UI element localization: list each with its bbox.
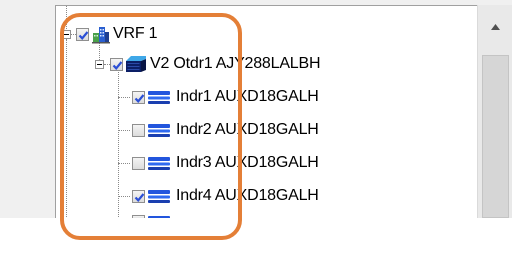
checkmark-icon [78, 31, 89, 40]
tree-connector [118, 163, 130, 164]
indoor-unit-label[interactable]: Indr3 AUXD18GALH [176, 153, 319, 173]
unit-tree[interactable]: VRF 1 V2 Otdr1 AJY288LALBH Indr1 AUXD18G… [55, 5, 478, 218]
vertical-scrollbar[interactable] [477, 5, 512, 218]
outdoor-unit-checkbox[interactable] [110, 58, 123, 71]
root-checkbox[interactable] [76, 28, 89, 41]
indoor-unit-label[interactable]: Indr4 AUXD18GALH [176, 186, 319, 206]
tree-panel: VRF 1 V2 Otdr1 AJY288LALBH Indr1 AUXD18G… [0, 0, 512, 218]
indoor-unit-icon [148, 91, 170, 104]
partial-checkbox [132, 215, 145, 218]
tree-connector [118, 130, 130, 131]
indoor-unit-icon [148, 157, 170, 170]
indoor-unit-label[interactable]: Indr2 AUXD18GALH [176, 120, 319, 140]
outdoor-unit-icon [126, 56, 146, 72]
indoor-unit-icon [148, 124, 170, 137]
scrollbar-thumb[interactable] [482, 55, 509, 218]
indoor-unit-label[interactable]: Indr1 AUXD18GALH [176, 87, 319, 107]
outdoor-unit-label[interactable]: V2 Otdr1 AJY288LALBH [150, 54, 321, 74]
indoor-unit-checkbox[interactable] [132, 91, 145, 104]
scroll-up-button[interactable] [478, 5, 512, 49]
root-label[interactable]: VRF 1 [113, 24, 158, 44]
checkmark-icon [134, 193, 145, 202]
indoor-unit-checkbox[interactable] [132, 157, 145, 170]
tree-connector [118, 97, 130, 98]
indoor-unit-icon [148, 216, 170, 218]
tree-connector [118, 196, 130, 197]
tree-connector [66, 39, 67, 218]
indoor-unit-icon [148, 190, 170, 203]
collapse-toggle[interactable] [62, 30, 71, 39]
collapse-toggle[interactable] [95, 60, 104, 69]
checkmark-icon [134, 94, 145, 103]
indoor-unit-checkbox[interactable] [132, 124, 145, 137]
checkmark-icon [112, 61, 123, 70]
indoor-unit-checkbox[interactable] [132, 190, 145, 203]
building-icon [92, 27, 110, 44]
triangle-up-icon [491, 24, 500, 30]
